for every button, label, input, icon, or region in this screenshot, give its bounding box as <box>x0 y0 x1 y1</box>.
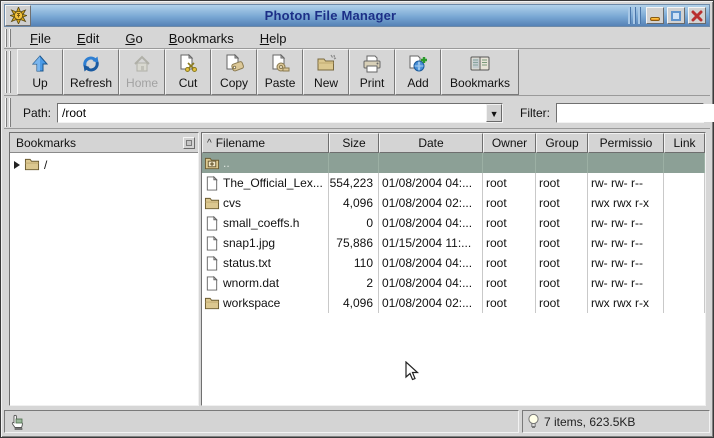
sort-ascending-icon: ^ <box>207 138 212 149</box>
toolbar-button-paste[interactable]: Paste <box>257 49 303 95</box>
filter-label: Filter: <box>520 106 550 120</box>
column-header-link[interactable]: Link <box>664 133 705 153</box>
new-folder-icon <box>315 53 337 75</box>
panel-detach-button[interactable] <box>183 137 195 149</box>
file-row[interactable]: The_Official_Lex... 554,223 01/08/2004 0… <box>202 173 705 193</box>
cut-icon <box>177 53 199 75</box>
menubar: File Edit Go Bookmarks Help <box>4 28 710 49</box>
toolbar-button-refresh[interactable]: Refresh <box>63 49 119 95</box>
print-icon <box>361 53 383 75</box>
menu-help[interactable]: Help <box>247 29 300 48</box>
file-row[interactable]: snap1.jpg 75,886 01/15/2004 11:... root … <box>202 233 705 253</box>
window-title: Photon File Manager <box>33 8 628 23</box>
add-bookmark-icon <box>407 53 429 75</box>
menu-edit[interactable]: Edit <box>64 29 112 48</box>
folder-up-icon <box>204 156 220 171</box>
file-icon <box>204 256 220 271</box>
items-summary-text: 7 items, 623.5KB <box>544 415 635 429</box>
close-icon <box>691 10 703 22</box>
titlebar-grip[interactable] <box>628 7 642 24</box>
toolbar-button-cut[interactable]: Cut <box>165 49 211 95</box>
bookmark-label: / <box>44 158 47 172</box>
file-row[interactable]: workspace 4,096 01/08/2004 02:... root r… <box>202 293 705 313</box>
pathbar: Path: ▼ Filter: ▼ <box>4 97 710 129</box>
folder-icon <box>204 196 220 211</box>
home-icon <box>132 53 152 75</box>
path-dropdown-arrow-icon[interactable]: ▼ <box>486 104 502 122</box>
panel-detach-icon <box>186 140 192 146</box>
toolbar-button-home[interactable]: Home <box>119 49 165 95</box>
pathbar-grip[interactable] <box>5 98 13 127</box>
path-combo: ▼ <box>57 103 503 123</box>
file-row-parent-dir[interactable]: .. <box>202 153 705 173</box>
file-row[interactable]: wnorm.dat 2 01/08/2004 04:... root root … <box>202 273 705 293</box>
toolbar-button-add[interactable]: Add <box>395 49 441 95</box>
column-header-permissions[interactable]: Permissio <box>588 133 664 153</box>
maximize-button[interactable] <box>667 7 685 24</box>
folder-icon <box>24 157 40 172</box>
table-body: .. The_Official_Lex... 554,223 01/08/ <box>202 153 705 313</box>
file-row[interactable]: cvs 4,096 01/08/2004 02:... root root rw… <box>202 193 705 213</box>
file-icon <box>204 276 220 291</box>
maximize-icon <box>671 11 681 21</box>
file-icon <box>204 176 220 191</box>
column-header-owner[interactable]: Owner <box>483 133 536 153</box>
bookmarks-panel-header: Bookmarks <box>10 133 198 153</box>
toolbar: Up Refresh Home Cut Copy <box>4 49 710 96</box>
path-label: Path: <box>23 106 51 120</box>
toolbar-button-copy[interactable]: Copy <box>211 49 257 95</box>
path-input[interactable] <box>58 104 486 122</box>
file-list-panel: ^ Filename Size Date Owner Group Permiss… <box>201 132 706 406</box>
main-area: Bookmarks / ^ Filename Size Date Owner G… <box>4 131 710 407</box>
file-icon <box>204 236 220 251</box>
file-row[interactable]: status.txt 110 01/08/2004 04:... root ro… <box>202 253 705 273</box>
up-arrow-icon <box>30 53 50 75</box>
minimize-button[interactable] <box>646 7 664 24</box>
photon-logo-icon <box>10 7 27 24</box>
toolbar-button-new[interactable]: New <box>303 49 349 95</box>
copy-icon <box>223 53 245 75</box>
toolbar-button-print[interactable]: Print <box>349 49 395 95</box>
menubar-grip[interactable] <box>5 29 13 47</box>
photon-file-manager-window: Photon File Manager File Edit Go Bookmar… <box>0 0 714 438</box>
table-header: ^ Filename Size Date Owner Group Permiss… <box>202 133 705 153</box>
status-message-area <box>4 410 519 433</box>
minimize-icon <box>650 17 660 21</box>
column-header-group[interactable]: Group <box>536 133 588 153</box>
pointing-hand-icon <box>9 413 25 430</box>
bookmarks-icon <box>468 53 492 75</box>
column-header-date[interactable]: Date <box>379 133 483 153</box>
menu-file[interactable]: File <box>17 29 64 48</box>
folder-icon <box>204 296 220 311</box>
toolbar-button-bookmarks[interactable]: Bookmarks <box>441 49 519 95</box>
titlebar[interactable]: Photon File Manager <box>4 4 710 27</box>
tree-expand-arrow-icon[interactable] <box>14 161 20 169</box>
bookmark-item-root[interactable]: / <box>10 153 198 174</box>
column-header-size[interactable]: Size <box>329 133 379 153</box>
file-icon <box>204 216 220 231</box>
refresh-icon <box>81 53 101 75</box>
bookmarks-panel-title: Bookmarks <box>16 136 183 150</box>
lightbulb-icon <box>527 413 540 430</box>
menu-bookmarks[interactable]: Bookmarks <box>156 29 247 48</box>
file-row[interactable]: small_coeffs.h 0 01/08/2004 04:... root … <box>202 213 705 233</box>
window-menu-button[interactable] <box>5 5 31 26</box>
bookmarks-panel: Bookmarks / <box>9 132 199 406</box>
column-header-filename[interactable]: ^ Filename <box>202 133 329 153</box>
close-button[interactable] <box>688 7 706 24</box>
statusbar: 7 items, 623.5KB <box>4 408 710 433</box>
filter-input[interactable] <box>557 104 714 122</box>
paste-icon <box>269 53 291 75</box>
filter-combo: ▼ <box>556 103 704 123</box>
items-summary: 7 items, 623.5KB <box>522 410 710 433</box>
menu-go[interactable]: Go <box>112 29 155 48</box>
toolbar-grip[interactable] <box>5 51 13 93</box>
toolbar-button-up[interactable]: Up <box>17 49 63 95</box>
